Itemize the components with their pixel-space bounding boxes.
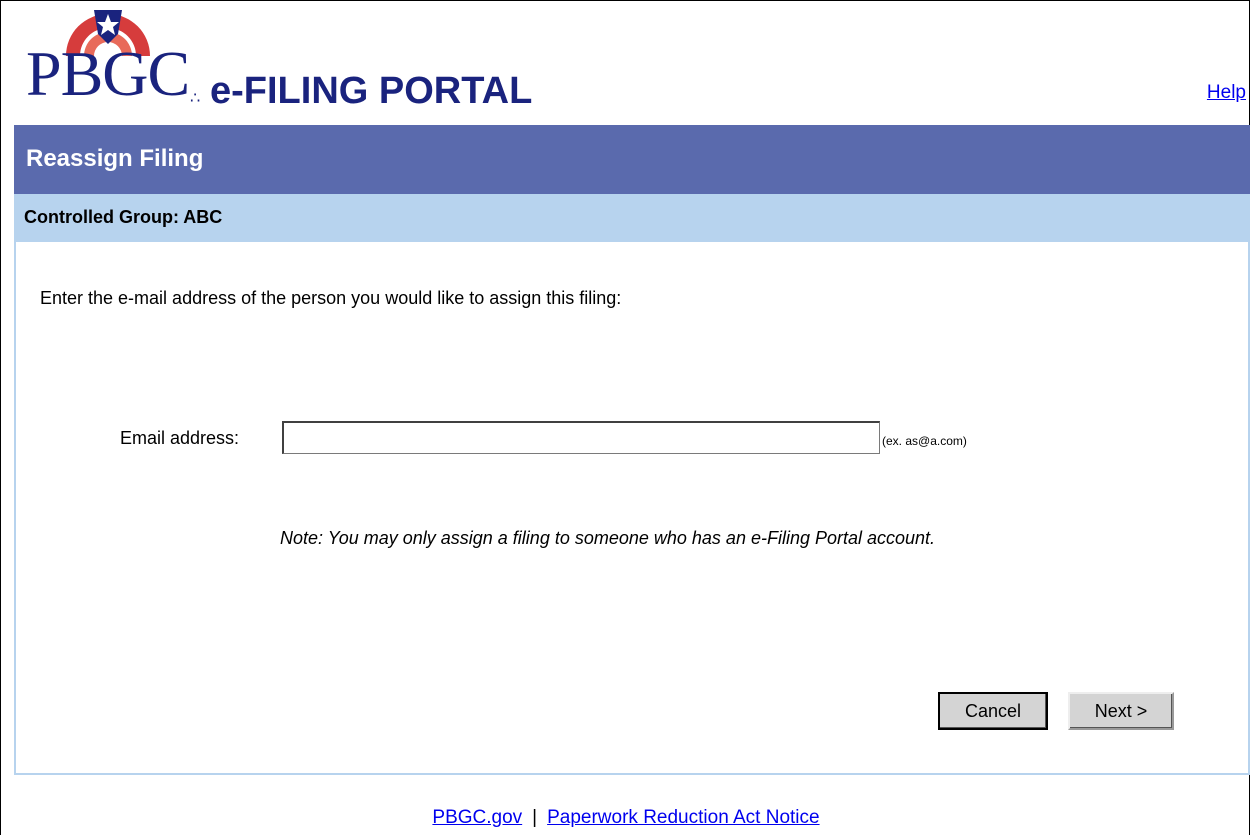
- paperwork-notice-link[interactable]: Paperwork Reduction Act Notice: [547, 807, 819, 828]
- logo-pbgc-text: PBGC: [26, 38, 190, 109]
- logo-dots-icon: ∴: [190, 90, 201, 107]
- pbgc-gov-link[interactable]: PBGC.gov: [432, 807, 522, 828]
- note-text: Note: You may only assign a filing to so…: [280, 528, 936, 548]
- help-link[interactable]: Help: [1207, 82, 1246, 104]
- intro-text: Enter the e-mail address of the person y…: [40, 288, 622, 308]
- form-panel: Enter the e-mail address of the person y…: [14, 242, 1250, 775]
- logo-portal-text: e-FILING PORTAL: [210, 70, 533, 112]
- footer-separator: |: [532, 807, 538, 828]
- footer: PBGC.gov | Paperwork Reduction Act Notice: [0, 807, 1252, 829]
- email-label: Email address:: [120, 428, 240, 448]
- email-input[interactable]: [282, 421, 880, 454]
- controlled-group-bar: Controlled Group: ABC: [14, 194, 1250, 242]
- email-hint: (ex. as@a.com): [882, 434, 967, 448]
- cancel-button[interactable]: Cancel: [938, 692, 1048, 730]
- page-title: Reassign Filing: [26, 145, 204, 172]
- controlled-group-label: Controlled Group: ABC: [24, 207, 223, 227]
- title-bar: Reassign Filing: [14, 125, 1250, 194]
- pbgc-logo: PBGC ∴ e-FILING PORTAL: [14, 4, 534, 122]
- next-button[interactable]: Next >: [1068, 692, 1174, 730]
